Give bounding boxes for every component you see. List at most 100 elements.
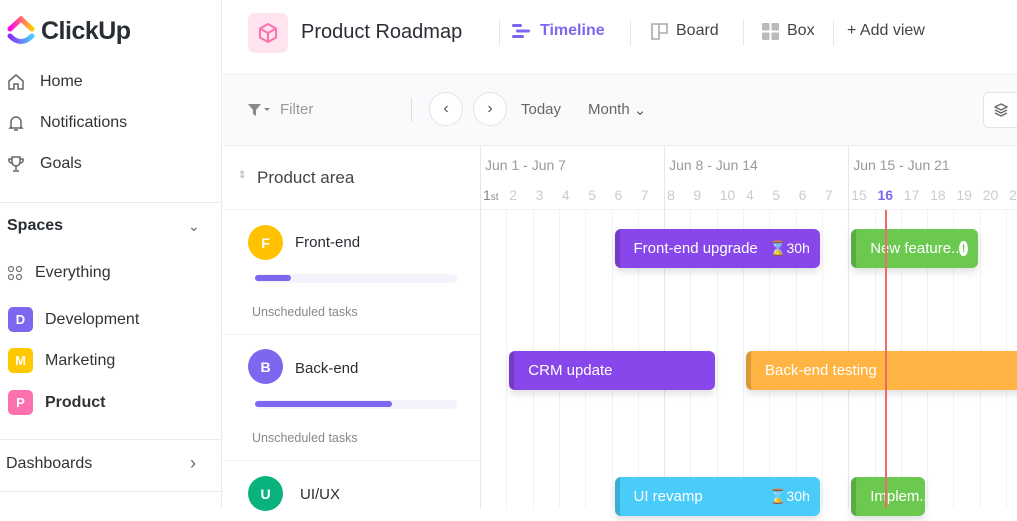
column-header[interactable]: Product area: [257, 168, 354, 188]
hourglass-icon: ⌛30h: [769, 240, 810, 256]
nav-home[interactable]: Home: [6, 72, 83, 92]
week-gridline: [664, 146, 666, 508]
nav-notifications[interactable]: Notifications: [6, 113, 127, 133]
period-dropdown[interactable]: Month ⌄: [588, 101, 646, 119]
nav-label: Notifications: [40, 114, 128, 131]
toolbar: Filter ‹ › Today Month ⌄: [223, 76, 1017, 146]
sort-icon[interactable]: ⇕: [238, 170, 246, 181]
today-line: [885, 210, 887, 508]
nav-dashboards[interactable]: Dashboards: [6, 455, 92, 473]
day-header: 8: [667, 187, 675, 203]
progress-bar: [255, 274, 457, 283]
day-header: 16: [877, 187, 894, 203]
row-front-end[interactable]: F Front-end Unscheduled tasks: [223, 210, 480, 335]
day-gridline: [506, 210, 508, 508]
space-label: Marketing: [45, 351, 116, 369]
tab-board[interactable]: Board: [651, 22, 719, 40]
day-header: 21: [1009, 187, 1017, 203]
row-back-end[interactable]: B Back-end Unscheduled tasks: [223, 335, 480, 461]
week-gridline: [480, 146, 481, 508]
tab-label: Timeline: [540, 22, 605, 39]
row-name: Back-end: [295, 360, 359, 377]
divider: [499, 20, 500, 46]
filter-button[interactable]: Filter: [248, 101, 313, 118]
timeline: ⇕ Product area Jun 1 - Jun 7 Jun 8 - Jun …: [223, 146, 1017, 516]
task-bar[interactable]: Implem..!: [851, 477, 926, 516]
add-view-button[interactable]: + Add view: [847, 22, 925, 40]
day-header: 6: [798, 187, 807, 203]
bell-icon: [8, 116, 24, 131]
trophy-icon: [8, 156, 24, 172]
chevron-right-icon[interactable]: ›: [190, 453, 196, 474]
space-marketing[interactable]: M Marketing: [8, 348, 115, 373]
unscheduled-tasks-link[interactable]: Unscheduled tasks: [252, 305, 358, 319]
space-label: Development: [45, 310, 140, 328]
chevron-down-icon: ⌄: [633, 102, 647, 119]
space-product[interactable]: P Product: [8, 390, 105, 415]
week-header: Jun 8 - Jun 14: [669, 157, 758, 173]
space-label: Everything: [35, 264, 111, 281]
task-label: UI revamp: [633, 488, 703, 505]
layers-icon: [993, 103, 1009, 117]
avatar: F: [248, 225, 283, 260]
board-icon: [651, 22, 668, 40]
space-everything[interactable]: Everything: [7, 264, 111, 282]
box-icon: [762, 22, 779, 40]
space-avatar: D: [8, 307, 33, 332]
day-header: 7: [640, 187, 649, 203]
next-button[interactable]: ›: [473, 92, 507, 126]
day-header: 7: [824, 187, 833, 203]
task-bar[interactable]: UI revamp ⌛30h: [614, 477, 820, 516]
clickup-logo[interactable]: ClickUp: [7, 16, 131, 46]
warning-icon: !: [959, 241, 968, 256]
brand-name: ClickUp: [41, 16, 131, 45]
task-label: CRM update: [528, 362, 613, 379]
period-label: Month: [588, 101, 630, 118]
day-suffix: st: [490, 192, 499, 203]
tab-timeline[interactable]: Timeline: [512, 22, 605, 40]
tab-box[interactable]: Box: [762, 22, 815, 40]
nav-goals[interactable]: Goals: [6, 154, 82, 174]
divider: [0, 202, 222, 203]
day-header: 1st: [483, 187, 499, 203]
spaces-heading: Spaces: [7, 217, 64, 234]
nav-label: Goals: [40, 155, 82, 172]
avatar: B: [248, 349, 283, 384]
header: Product Roadmap Timeline Board Box + Add…: [223, 0, 1017, 75]
unscheduled-tasks-link[interactable]: Unscheduled tasks: [252, 431, 358, 445]
day-header: 5: [588, 187, 596, 203]
divider: [743, 20, 744, 46]
task-bar[interactable]: Back-end testing: [746, 351, 1017, 390]
tab-label: Box: [787, 22, 815, 39]
day-header: 3: [535, 187, 544, 203]
row-name: UI/UX: [300, 486, 341, 503]
avatar: U: [248, 476, 283, 511]
grid-dots-icon: [7, 265, 23, 281]
day-header: 6: [614, 187, 623, 203]
divider: [630, 20, 631, 46]
previous-button[interactable]: ‹: [429, 92, 463, 126]
space-label: Product: [45, 393, 106, 411]
day-header: 2: [509, 187, 518, 203]
home-icon: [8, 74, 24, 90]
task-bar[interactable]: CRM update: [509, 351, 715, 390]
hourglass-icon: ⌛30h: [769, 488, 810, 504]
divider: [0, 491, 222, 492]
layers-button[interactable]: [983, 92, 1017, 128]
task-label: Front-end upgrade: [633, 240, 758, 257]
page-title: Product Roadmap: [301, 21, 463, 43]
space-development[interactable]: D Development: [8, 307, 139, 332]
week-header: Jun 15 - Jun 21: [853, 157, 950, 173]
row-ui-ux[interactable]: U UI/UX: [223, 461, 480, 521]
today-button[interactable]: Today: [521, 101, 561, 118]
chevron-down-icon[interactable]: ⌄: [188, 218, 200, 235]
week-gridline: [848, 146, 850, 508]
task-bar[interactable]: Front-end upgrade ⌛30h: [614, 229, 820, 268]
divider: [411, 98, 412, 122]
task-bar[interactable]: New feature..!: [851, 229, 978, 268]
row-name: Front-end: [295, 234, 361, 251]
week-header: Jun 1 - Jun 7: [485, 157, 566, 173]
space-avatar: P: [8, 390, 33, 415]
filter-icon: [248, 103, 270, 116]
task-label: Implem..: [870, 488, 926, 505]
